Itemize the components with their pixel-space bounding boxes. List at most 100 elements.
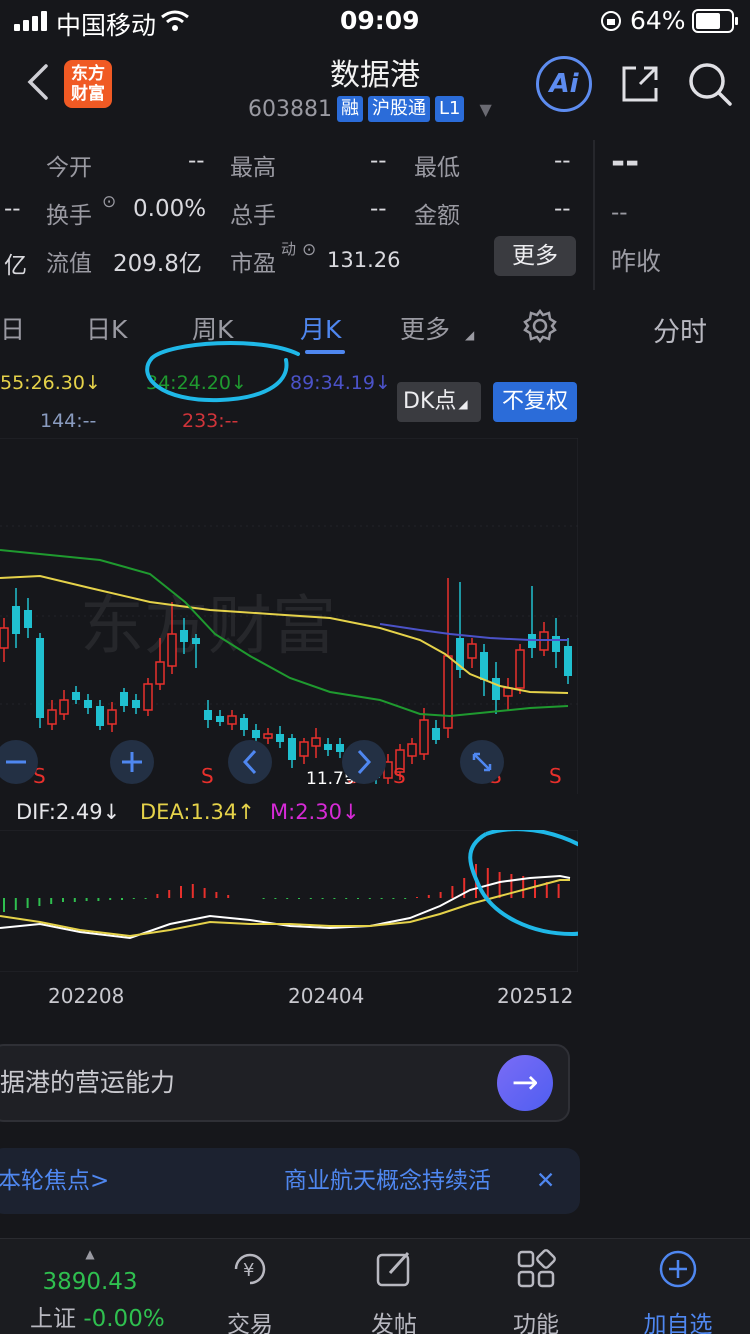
pe-superscript: 动 [281, 240, 297, 258]
arrow-right-icon[interactable]: → [497, 1055, 553, 1111]
pe-info-icon[interactable]: ⊙ [302, 240, 316, 260]
tag-connect: 沪股通 [367, 96, 430, 122]
high-label: 最高 [230, 155, 276, 181]
candle-body [204, 710, 212, 720]
candle-body [96, 706, 104, 726]
candle-body [324, 744, 332, 750]
candle-body [24, 610, 32, 628]
caret-up-icon: ▲ [85, 1247, 95, 1261]
share-icon[interactable] [618, 62, 662, 106]
focus-topic[interactable]: 商业航天概念持续活 [284, 1148, 491, 1214]
candle-body [432, 728, 440, 740]
candle-body [72, 692, 80, 700]
candle-body [552, 636, 560, 652]
status-bar: 中国移动 09:09 64% [0, 0, 750, 42]
candle-body [336, 744, 344, 752]
candle-body [263, 733, 273, 739]
price-value: -- [611, 142, 640, 182]
candle-body [180, 630, 188, 642]
focus-label[interactable]: 本轮焦点> [0, 1148, 109, 1214]
chevron-down-icon: ▼ [479, 99, 492, 119]
x-label: 202512 [497, 984, 574, 1008]
sell-signal: S [393, 764, 406, 788]
scroll-left-button[interactable] [228, 740, 272, 784]
tag-margin: 融 [336, 96, 363, 122]
dea-line [0, 879, 570, 938]
stock-code: 603881 [248, 96, 332, 122]
candle-body [120, 692, 128, 706]
candle-body [564, 646, 572, 676]
edit-icon [376, 1251, 410, 1287]
no-adjust-button[interactable]: 不复权 [493, 382, 577, 422]
grid-icon [517, 1249, 556, 1288]
ai-button[interactable]: Ai [536, 56, 592, 112]
tab-post[interactable]: 发帖 [334, 1247, 454, 1334]
stock-code-row[interactable]: 603881 融 沪股通 L1 ▼ [248, 94, 492, 124]
tab-trade[interactable]: ¥ 交易 [190, 1247, 310, 1334]
candle-body [311, 737, 321, 747]
prev-close-label: 昨收 [611, 247, 662, 276]
tab-add-watchlist[interactable]: 加自选 [618, 1247, 738, 1334]
battery-percent: 64% [630, 6, 686, 35]
more-stats-button[interactable]: 更多 [494, 236, 576, 276]
close-icon[interactable]: ✕ [536, 1148, 555, 1214]
candle-body [419, 719, 429, 755]
candle-body [443, 655, 453, 729]
ask-input[interactable]: 据港的营运能力 [0, 1044, 570, 1122]
dea-value: DEA:1.34↑ [140, 800, 255, 824]
tab-month-k[interactable]: 月K [300, 310, 341, 346]
candle-body [143, 683, 153, 711]
signal-icon [14, 11, 48, 31]
candle-body [407, 743, 417, 757]
candle-body [240, 718, 248, 730]
divider [593, 140, 595, 290]
dk-point-button[interactable]: DK点 ◢ [397, 382, 481, 422]
focus-banner[interactable]: 本轮焦点> 商业航天概念持续活 ✕ [0, 1148, 580, 1214]
tab-function-label: 功能 [513, 1312, 559, 1334]
low-label: 最低 [414, 155, 460, 181]
candle-body [288, 738, 296, 760]
triangle-icon: ◢ [458, 397, 468, 411]
index-value: 3890.43 [42, 1269, 138, 1295]
intraday-tab[interactable]: 分时 [653, 310, 707, 349]
tab-more[interactable]: 更多 [400, 310, 450, 346]
orientation-lock-icon [601, 11, 621, 31]
ma233-label: 233:-- [182, 410, 239, 432]
tab-day-cut[interactable]: 日 [0, 310, 25, 346]
candle-body [227, 715, 237, 725]
status-time: 09:09 [340, 6, 420, 35]
ma144-label: 144:-- [40, 410, 97, 432]
index-ticker[interactable]: ▲ 3890.43 上证 -0.00% [30, 1247, 165, 1333]
dk-label: DK点 [403, 389, 457, 414]
candle-body [480, 652, 488, 680]
candle-body [107, 709, 117, 725]
cut-unit: 亿 [4, 253, 27, 279]
float-cap-label: 流值 [46, 251, 92, 277]
settings-gear-icon[interactable] [522, 308, 558, 344]
candle-body [132, 700, 140, 708]
tab-trade-label: 交易 [227, 1312, 273, 1334]
tab-function[interactable]: 功能 [476, 1247, 596, 1334]
battery-icon [692, 9, 738, 33]
candle-body [12, 606, 20, 634]
candle-body [492, 678, 500, 700]
high-value: -- [370, 148, 387, 174]
volume-label: 总手 [230, 203, 276, 229]
wifi-icon [161, 10, 189, 31]
candle-body [192, 638, 200, 644]
candle-body [84, 700, 92, 708]
active-tab-indicator [305, 350, 345, 354]
macd-chart[interactable] [0, 830, 578, 972]
tag-level: L1 [434, 96, 465, 122]
candle-body [299, 741, 309, 757]
candle-body [276, 734, 284, 742]
open-label: 今开 [46, 155, 92, 181]
search-icon[interactable] [686, 60, 734, 108]
scroll-right-button[interactable] [342, 740, 386, 784]
right-panel: -- -- 昨收 分时 [595, 140, 750, 1030]
info-icon[interactable]: ⊙ [102, 192, 116, 212]
tab-day-k[interactable]: 日K [86, 310, 127, 346]
kline-chart[interactable]: 东方财富 SSSSSS 11.75 → [0, 438, 578, 794]
ma55-label: 55:26.30↓ [0, 372, 101, 394]
sell-signal: S [549, 764, 562, 788]
